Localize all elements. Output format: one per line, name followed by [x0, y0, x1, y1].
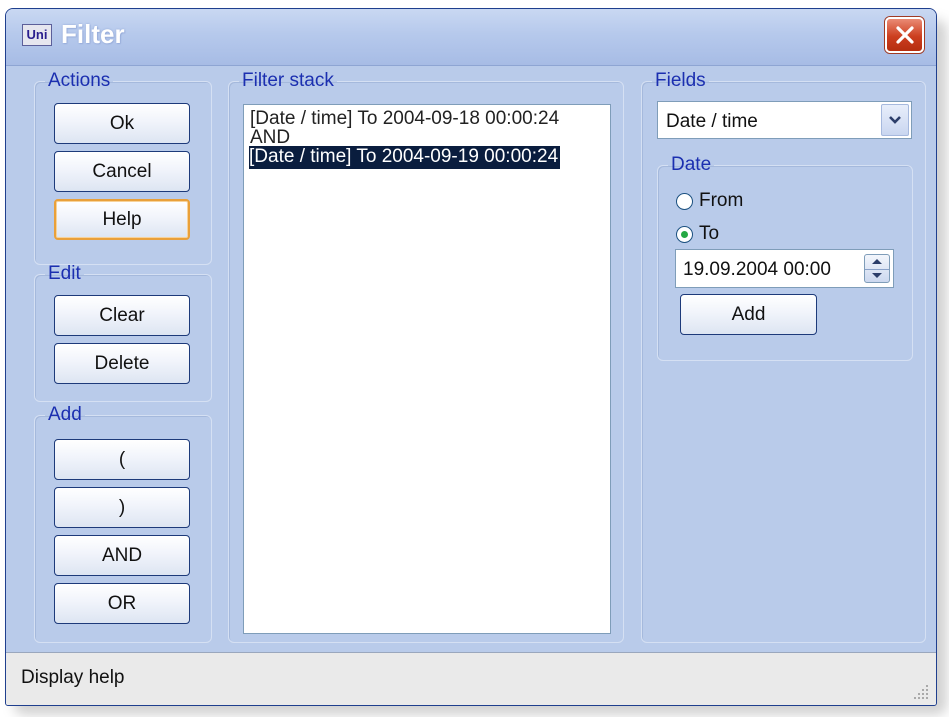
resize-grip-icon[interactable]	[912, 683, 930, 701]
radio-dot-icon	[681, 230, 688, 238]
add-legend: Add	[48, 404, 82, 425]
fields-dropdown[interactable]: Date / time	[657, 101, 912, 139]
date-legend: Date	[671, 154, 712, 175]
datetime-value: 19.09.2004 00:00	[683, 259, 831, 280]
clear-button[interactable]: Clear	[54, 295, 190, 336]
open-paren-button[interactable]: (	[54, 439, 190, 480]
chevron-down-icon	[889, 116, 901, 124]
datetime-picker[interactable]: 19.09.2004 00:00	[675, 249, 894, 288]
actions-legend: Actions	[48, 70, 111, 91]
cancel-button[interactable]: Cancel	[54, 151, 190, 192]
spin-down-button[interactable]	[865, 269, 889, 283]
fields-dropdown-value: Date / time	[666, 111, 758, 132]
window-title: Filter	[61, 19, 125, 49]
status-bar: Display help	[6, 652, 936, 705]
fields-legend: Fields	[655, 70, 706, 91]
close-button[interactable]	[885, 17, 924, 53]
list-item[interactable]: [Date / time] To 2004-09-18 00:00:24	[244, 109, 610, 128]
delete-button[interactable]: Delete	[54, 343, 190, 384]
list-item-selected-text: [Date / time] To 2004-09-19 00:00:24	[249, 146, 561, 169]
arrow-down-icon	[872, 272, 882, 278]
dialog-body: Actions Ok Cancel Help Edit Clear Delete…	[6, 66, 936, 654]
list-item-selected[interactable]: [Date / time] To 2004-09-19 00:00:24	[244, 146, 610, 169]
dropdown-arrow-button[interactable]	[881, 104, 909, 136]
radio-button-checked[interactable]	[676, 225, 693, 243]
filter-stack-legend: Filter stack	[242, 70, 334, 91]
close-paren-button[interactable]: )	[54, 487, 190, 528]
ok-button[interactable]: Ok	[54, 103, 190, 144]
spin-buttons[interactable]	[864, 254, 890, 283]
status-text: Display help	[21, 667, 125, 688]
from-radio[interactable]: From	[676, 190, 743, 212]
app-icon: Uni	[22, 24, 52, 46]
close-icon	[895, 26, 914, 44]
radio-button-unchecked[interactable]	[676, 192, 693, 210]
list-item[interactable]: AND	[244, 128, 610, 147]
from-radio-label: From	[699, 190, 744, 211]
edit-legend: Edit	[48, 263, 81, 284]
and-button[interactable]: AND	[54, 535, 190, 576]
or-button[interactable]: OR	[54, 583, 190, 624]
filter-stack-list[interactable]: [Date / time] To 2004-09-18 00:00:24 AND…	[243, 104, 611, 634]
spin-up-button[interactable]	[865, 255, 889, 270]
to-radio[interactable]: To	[676, 223, 719, 245]
filter-dialog: Uni Filter Actions Ok Cancel Help Edit C…	[5, 8, 937, 706]
help-button[interactable]: Help	[54, 199, 190, 240]
title-bar[interactable]: Uni Filter	[6, 9, 936, 66]
arrow-up-icon	[872, 259, 882, 265]
add-field-button[interactable]: Add	[680, 294, 817, 335]
to-radio-label: To	[699, 223, 720, 244]
